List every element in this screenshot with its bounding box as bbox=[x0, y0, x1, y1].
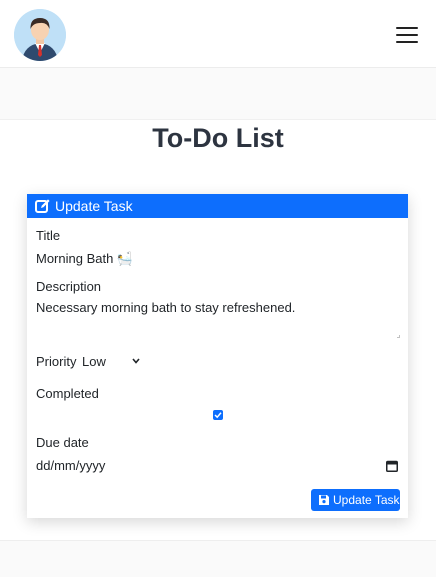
save-icon bbox=[319, 495, 329, 505]
chevron-down-icon bbox=[132, 358, 140, 364]
edit-icon bbox=[35, 199, 50, 213]
priority-select[interactable]: Low bbox=[82, 354, 142, 372]
completed-checkbox[interactable] bbox=[213, 410, 223, 420]
calendar-icon[interactable] bbox=[386, 460, 398, 472]
checkmark-icon bbox=[214, 412, 222, 419]
card-header-label: Update Task bbox=[55, 198, 133, 214]
user-avatar-icon[interactable] bbox=[14, 9, 66, 61]
due-date-label: Due date bbox=[36, 435, 89, 450]
priority-select-value: Low bbox=[82, 354, 106, 369]
update-task-card: Update Task Title Morning Bath 🛀 Descrip… bbox=[27, 194, 408, 518]
title-input[interactable]: Morning Bath 🛀 bbox=[36, 251, 400, 267]
priority-label: Priority bbox=[36, 354, 77, 369]
page-title: To-Do List bbox=[152, 123, 284, 153]
description-textarea[interactable]: Necessary morning bath to stay refreshen… bbox=[36, 300, 400, 340]
update-task-button[interactable]: Update Task bbox=[311, 489, 400, 511]
bottom-band bbox=[0, 540, 436, 577]
top-navbar bbox=[0, 0, 436, 68]
title-label: Title bbox=[36, 228, 61, 243]
update-task-button-label: Update Task bbox=[333, 493, 400, 507]
top-band bbox=[0, 68, 436, 120]
card-header: Update Task bbox=[27, 194, 408, 218]
due-date-input[interactable]: dd/mm/yyyy bbox=[36, 458, 400, 476]
completed-label: Completed bbox=[36, 386, 99, 401]
hamburger-menu-icon[interactable] bbox=[396, 27, 418, 43]
textarea-resize-handle[interactable] bbox=[397, 335, 400, 338]
description-label: Description bbox=[36, 279, 102, 294]
